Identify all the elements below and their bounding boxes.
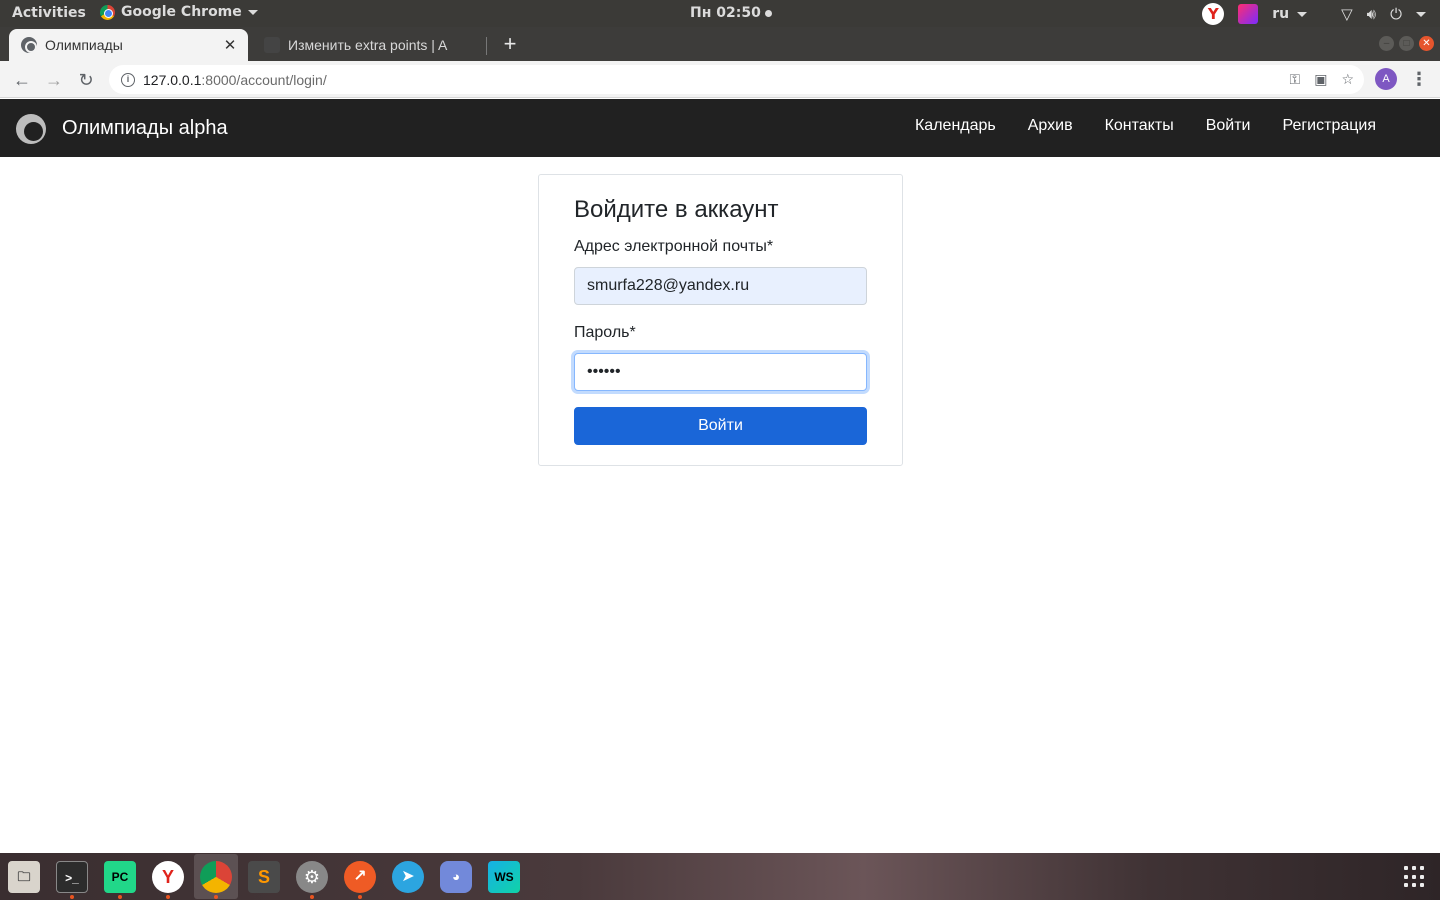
- app-menu[interactable]: Google Chrome: [100, 4, 258, 20]
- nav-link-calendar[interactable]: Календарь: [915, 117, 996, 135]
- tab-title: Изменить extra points | A: [288, 37, 448, 53]
- close-icon[interactable]: ✕: [222, 36, 238, 54]
- tab-divider: [486, 37, 487, 55]
- running-indicator: [358, 895, 362, 899]
- nav-link-register[interactable]: Регистрация: [1282, 117, 1376, 135]
- star-icon[interactable]: ☆: [1341, 71, 1354, 88]
- email-label: Адрес электронной почты*: [574, 238, 774, 255]
- clock[interactable]: Пн 02:50: [690, 5, 772, 21]
- settings-icon[interactable]: ⚙: [296, 861, 328, 893]
- browser-toolbar: ← → ↻ i 127.0.0.1 :8000/account/login/ ⚿…: [0, 61, 1440, 98]
- tab-title: Олимпиады: [45, 37, 123, 53]
- window-controls: – □ ✕: [1379, 36, 1434, 51]
- login-card: Войдите в аккаунт Адрес электронной почт…: [538, 174, 903, 466]
- email-field[interactable]: [574, 267, 867, 305]
- activities-button[interactable]: Activities: [12, 5, 86, 21]
- running-indicator: [70, 895, 74, 899]
- running-indicator: [166, 895, 170, 899]
- close-window-icon[interactable]: ✕: [1419, 36, 1434, 51]
- key-icon[interactable]: ⚿: [1290, 71, 1301, 88]
- nav-links: Календарь Архив Контакты Войти Регистрац…: [915, 117, 1376, 135]
- pycharm-icon[interactable]: PC: [104, 861, 136, 893]
- nav-link-contacts[interactable]: Контакты: [1105, 117, 1174, 135]
- sublime-text-icon[interactable]: S: [248, 861, 280, 893]
- app-menu-label: Google Chrome: [121, 4, 242, 20]
- chevron-down-icon: [247, 9, 258, 15]
- translate-icon[interactable]: ▣: [1314, 71, 1327, 88]
- chevron-down-icon[interactable]: [1416, 11, 1426, 17]
- running-indicator: [118, 895, 122, 899]
- chrome-icon: [100, 4, 115, 20]
- webstorm-icon[interactable]: WS: [488, 861, 520, 893]
- show-applications-icon[interactable]: [1404, 866, 1426, 888]
- yandex-browser-icon[interactable]: Y: [152, 861, 184, 893]
- app-tray-icon[interactable]: [1238, 4, 1259, 24]
- forward-icon[interactable]: →: [41, 67, 67, 93]
- power-icon[interactable]: ⏻: [1390, 5, 1402, 23]
- tab-strip: Олимпиады ✕ Изменить extra points | A + …: [0, 27, 1440, 61]
- reload-icon[interactable]: ↻: [73, 67, 99, 93]
- omnibox-actions: ⚿ ▣ ☆: [1290, 71, 1354, 88]
- nav-link-login[interactable]: Войти: [1206, 117, 1251, 135]
- tab-inactive[interactable]: Изменить extra points | A: [258, 29, 484, 61]
- brand-logo-icon[interactable]: [16, 114, 46, 144]
- url-path: :8000/account/login/: [201, 71, 327, 88]
- minimize-icon[interactable]: –: [1379, 36, 1394, 51]
- profile-avatar[interactable]: A: [1375, 68, 1397, 90]
- language-label: ru: [1272, 6, 1290, 22]
- files-icon[interactable]: 🗀︎: [8, 861, 40, 893]
- wifi-icon[interactable]: ▽: [1341, 5, 1353, 23]
- running-indicator: [310, 895, 314, 899]
- terminal-icon[interactable]: >_: [56, 861, 88, 893]
- password-field[interactable]: [574, 353, 867, 391]
- maximize-icon[interactable]: □: [1399, 36, 1414, 51]
- volume-icon[interactable]: 🔊︎: [1367, 5, 1376, 23]
- kebab-menu-icon[interactable]: ⋮: [1409, 68, 1429, 90]
- system-tray: Y ru ▽ 🔊︎ ⏻: [1202, 3, 1426, 25]
- django-favicon-icon: [264, 37, 280, 53]
- postman-icon[interactable]: ↗: [344, 861, 376, 893]
- notification-dot-icon: [764, 9, 772, 17]
- keyboard-layout-indicator[interactable]: ru: [1272, 6, 1308, 22]
- brand-name[interactable]: Олимпиады alpha: [62, 117, 228, 140]
- site-info-icon[interactable]: i: [121, 72, 135, 87]
- chevron-down-icon: [1297, 11, 1308, 17]
- tab-active[interactable]: Олимпиады ✕: [9, 29, 248, 61]
- discord-icon[interactable]: ◕: [440, 861, 472, 893]
- password-label: Пароль*: [574, 324, 636, 341]
- login-title: Войдите в аккаунт: [574, 196, 779, 223]
- back-icon[interactable]: ←: [9, 67, 35, 93]
- globe-icon: [21, 37, 37, 53]
- clock-label: Пн 02:50: [690, 5, 761, 21]
- os-top-bar: Activities Google Chrome Пн 02:50 Y ru ▽…: [0, 0, 1440, 27]
- yandex-tray-icon[interactable]: Y: [1202, 3, 1225, 25]
- new-tab-button[interactable]: +: [498, 30, 522, 58]
- login-submit-button[interactable]: Войти: [574, 407, 867, 445]
- chrome-icon[interactable]: [200, 861, 232, 893]
- address-bar[interactable]: i 127.0.0.1 :8000/account/login/ ⚿ ▣ ☆: [109, 65, 1364, 94]
- telegram-icon[interactable]: ➤: [392, 861, 424, 893]
- running-indicator: [214, 895, 218, 899]
- url-host: 127.0.0.1: [143, 71, 202, 88]
- nav-link-archive[interactable]: Архив: [1028, 117, 1073, 135]
